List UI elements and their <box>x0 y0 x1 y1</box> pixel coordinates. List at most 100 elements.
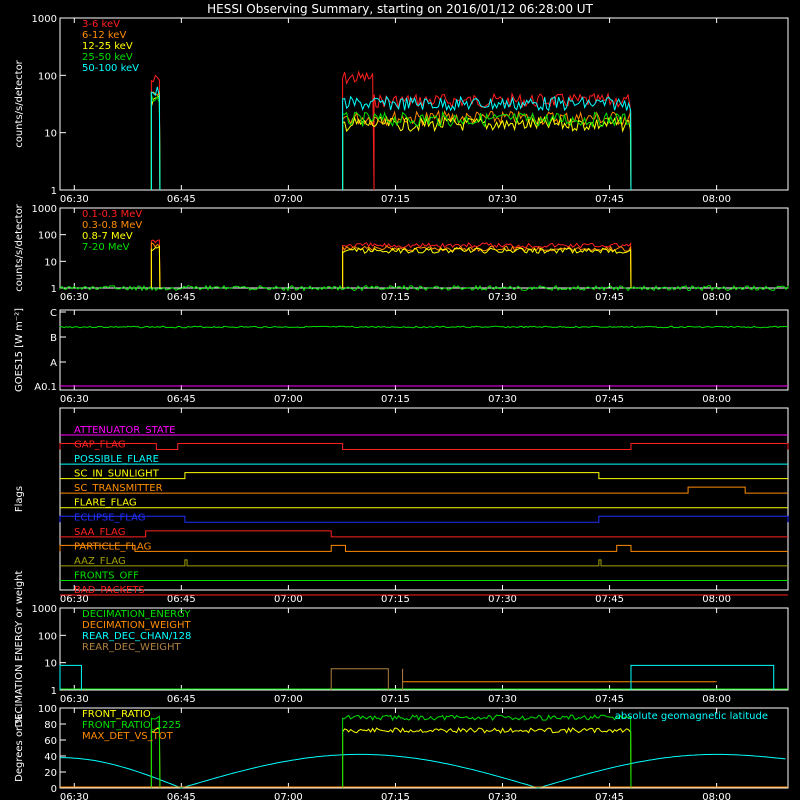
panel-6-x-tick-label: 07:15 <box>381 792 410 800</box>
panel-4-y-axis-label: Flags <box>14 486 25 512</box>
panel-6-y-tick-label: 60 <box>44 736 57 747</box>
panel-1-legend-entry: 12-25 keV <box>82 41 133 52</box>
panel-2-legend-entry: 0.1-0.3 MeV <box>82 209 142 220</box>
panel-3-x-tick-label: 07:15 <box>381 394 410 405</box>
panel-1-y-axis-label: counts/s/detector <box>14 59 25 147</box>
panel-5-legend-entry: REAR_DEC_WEIGHT <box>82 642 181 653</box>
panel-2-legend-entry: 0.3-0.8 MeV <box>82 220 142 231</box>
panel-6-x-tick-label: 06:45 <box>167 792 196 800</box>
panel-2-y-tick-label: 100 <box>38 231 57 242</box>
panel-1-x-tick-label: 08:00 <box>702 194 731 205</box>
panel-2-y-tick-label: 1000 <box>32 204 57 215</box>
panel-1-x-tick-label: 07:30 <box>488 194 517 205</box>
panel-2-x-tick-label: 08:00 <box>702 292 731 303</box>
panel-6-legend-entry: MAX_DET_VS_TOT <box>82 731 174 742</box>
panel-4-flag-label: SC_TRANSMITTER <box>74 483 163 494</box>
panel-6-y-tick-label: 40 <box>44 752 57 763</box>
panel-5-y-tick-label: 1 <box>51 686 57 697</box>
panel-2-legend-entry: 0.8-7 MeV <box>82 231 133 242</box>
panel-4-x-tick-label: 06:45 <box>167 594 196 605</box>
figure-title: HESSI Observing Summary, starting on 201… <box>207 2 593 16</box>
panel-3-y-axis-label: GOES15 [W m⁻²] <box>14 308 25 392</box>
panel-3-y-tick-label: A <box>50 358 57 369</box>
panel-3-x-tick-label: 06:45 <box>167 394 196 405</box>
panel-2-y-tick-label: 1 <box>51 284 57 295</box>
panel-6-y-axis-label: Degrees or % <box>14 714 25 782</box>
panel-1-legend-entry: 50-100 keV <box>82 63 139 74</box>
panel-5-x-tick-label: 07:00 <box>274 694 303 705</box>
panel-1-x-tick-label: 06:45 <box>167 194 196 205</box>
panel-6-y-tick-label: 20 <box>44 768 57 779</box>
panel-4-flag-label: BAD_PACKETS <box>74 585 145 596</box>
panel-6-x-tick-label: 07:45 <box>595 792 624 800</box>
panel-5-legend-entry: REAR_DEC_CHAN/128 <box>82 631 191 642</box>
panel-4-flag-label: AAZ_FLAG <box>74 556 126 567</box>
panel-1-y-tick-label: 1000 <box>32 14 57 25</box>
panel-3-x-tick-label: 07:45 <box>595 394 624 405</box>
panel-4-x-tick-label: 07:45 <box>595 594 624 605</box>
panel-3-y-tick-label: A0.1 <box>34 382 57 393</box>
panel-4-x-tick-label: 07:00 <box>274 594 303 605</box>
panel-4-x-tick-label: 08:00 <box>702 594 731 605</box>
panel-4-flag-label: ECLIPSE_FLAG <box>74 512 145 523</box>
panel-5-x-tick-label: 07:15 <box>381 694 410 705</box>
panel-1-x-tick-label: 06:30 <box>60 194 89 205</box>
panel-4-flag-label: PARTICLE_FLAG <box>74 541 151 552</box>
panel-6-y-tick-label: 100 <box>38 704 57 715</box>
panel-2-x-tick-label: 07:15 <box>381 292 410 303</box>
panel-6-x-tick-label: 07:00 <box>274 792 303 800</box>
panel-1-x-tick-label: 07:00 <box>274 194 303 205</box>
panel-6-legend-entry: FRONT_RATIO <box>82 709 151 720</box>
panel-4-flag-label: POSSIBLE_FLARE <box>74 454 159 465</box>
panel-5-y-tick-label: 1000 <box>32 604 57 615</box>
panel-5-x-tick-label: 06:45 <box>167 694 196 705</box>
panel-5-legend-entry: DECIMATION_WEIGHT <box>82 620 191 631</box>
panel-2-legend-entry: 7-20 MeV <box>82 242 130 253</box>
panel-5-x-tick-label: 07:45 <box>595 694 624 705</box>
panel-1-legend-entry: 3-6 keV <box>82 19 120 30</box>
panel-4-flag-label: SAA_FLAG <box>74 527 125 538</box>
panel-6-y-tick-label: 0 <box>51 784 57 795</box>
panel-2-y-axis-label: counts/s/detector <box>14 203 25 291</box>
panel-6-x-tick-label: 07:30 <box>488 792 517 800</box>
panel-4-x-tick-label: 07:15 <box>381 594 410 605</box>
panel-1-legend-entry: 25-50 keV <box>82 52 133 63</box>
panel-5-y-axis-label: DECIMATION ENERGY or weight <box>14 570 25 727</box>
panel-1-y-tick-label: 10 <box>44 129 57 140</box>
panel-6-x-tick-label: 08:00 <box>702 792 731 800</box>
panel-1-y-tick-label: 100 <box>38 71 57 82</box>
panel-2-x-tick-label: 07:45 <box>595 292 624 303</box>
panel-5-y-tick-label: 10 <box>44 659 57 670</box>
panel-6-x-tick-label: 06:30 <box>60 792 89 800</box>
panel-1-legend-entry: 6-12 keV <box>82 30 126 41</box>
panel-3-x-tick-label: 06:30 <box>60 394 89 405</box>
panel-1-y-tick-label: 1 <box>51 186 57 197</box>
panel-2-x-tick-label: 06:30 <box>60 292 89 303</box>
panel-4-flag-label: FRONTS_OFF <box>74 570 139 581</box>
panel-4-flag-label: ATTENUATOR_STATE <box>74 425 175 436</box>
panel-3-x-tick-label: 07:30 <box>488 394 517 405</box>
panel-1-x-tick-label: 07:15 <box>381 194 410 205</box>
panel-3-x-tick-label: 08:00 <box>702 394 731 405</box>
panel-6-legend-entry: absolute geomagnetic latitude <box>615 711 768 722</box>
panel-3-y-tick-label: B <box>50 333 57 344</box>
panel-4-flag-label: FLARE_FLAG <box>74 498 137 509</box>
observing-summary-figure: HESSI Observing Summary, starting on 201… <box>0 0 800 800</box>
panel-2-x-tick-label: 07:00 <box>274 292 303 303</box>
panel-5-x-tick-label: 06:30 <box>60 694 89 705</box>
panel-5-y-tick-label: 100 <box>38 631 57 642</box>
panel-5-x-tick-label: 08:00 <box>702 694 731 705</box>
panel-3-y-tick-label: C <box>50 308 57 319</box>
panel-2-x-tick-label: 07:30 <box>488 292 517 303</box>
panel-6-y-tick-label: 80 <box>44 720 57 731</box>
panel-3-x-tick-label: 07:00 <box>274 394 303 405</box>
panel-4-x-tick-label: 07:30 <box>488 594 517 605</box>
panel-6-legend-entry: FRONT_RATIO_1225 <box>82 720 181 731</box>
panel-1-x-tick-label: 07:45 <box>595 194 624 205</box>
panel-2-y-tick-label: 10 <box>44 257 57 268</box>
panel-4-flag-label: GAP_FLAG <box>74 440 126 451</box>
panel-4-flag-label: SC_IN_SUNLIGHT <box>74 469 160 480</box>
panel-5-x-tick-label: 07:30 <box>488 694 517 705</box>
panel-2-x-tick-label: 06:45 <box>167 292 196 303</box>
panel-5-legend-entry: DECIMATION_ENERGY <box>82 609 191 620</box>
